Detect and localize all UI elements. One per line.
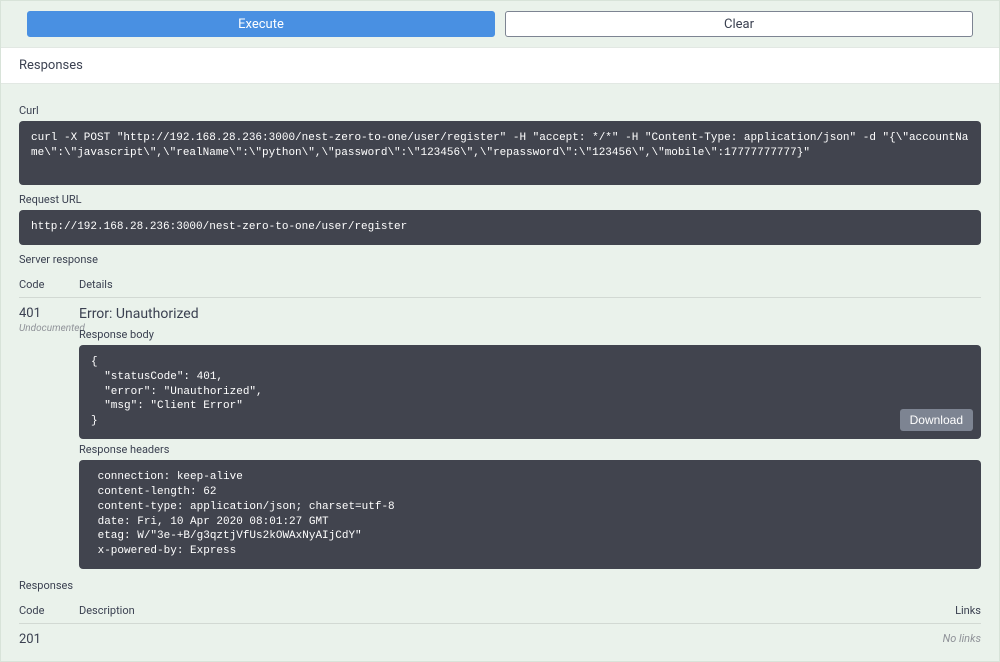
status-code: 401: [19, 306, 79, 321]
server-response-table-head: Code Details: [19, 270, 981, 298]
server-response-row: 401 Undocumented Error: Unauthorized Res…: [19, 298, 981, 569]
doc-response-description: [79, 632, 911, 647]
execute-button[interactable]: Execute: [27, 11, 495, 37]
response-body-text: { "statusCode": 401, "error": "Unauthori…: [91, 356, 263, 427]
request-url-label: Request URL: [19, 193, 981, 206]
curl-label: Curl: [19, 104, 981, 117]
request-url-block: http://192.168.28.236:3000/nest-zero-to-…: [19, 210, 981, 245]
action-button-row: Execute Clear: [1, 1, 999, 47]
response-code-cell: 401 Undocumented: [19, 306, 79, 569]
doc-code-column-header: Code: [19, 604, 79, 617]
responses-content: Curl curl -X POST "http://192.168.28.236…: [1, 84, 999, 661]
doc-response-code: 201: [19, 632, 79, 647]
responses-section-header: Responses: [1, 47, 999, 84]
response-details-cell: Error: Unauthorized Response body { "sta…: [79, 306, 981, 569]
code-column-header: Code: [19, 278, 79, 291]
response-headers-label: Response headers: [79, 443, 981, 456]
documented-responses-table-head: Code Description Links: [19, 596, 981, 624]
download-button[interactable]: Download: [900, 409, 973, 431]
response-headers-block: connection: keep-alive content-length: 6…: [79, 460, 981, 569]
response-body-block: { "statusCode": 401, "error": "Unauthori…: [79, 345, 981, 439]
server-response-label: Server response: [19, 253, 981, 266]
swagger-operation-panel: Execute Clear Responses Curl curl -X POS…: [0, 0, 1000, 662]
doc-description-column-header: Description: [79, 604, 911, 617]
clear-button[interactable]: Clear: [505, 11, 973, 37]
error-title: Error: Unauthorized: [79, 306, 981, 322]
doc-response-no-links: No links: [911, 632, 981, 647]
undocumented-label: Undocumented: [19, 323, 79, 334]
details-column-header: Details: [79, 278, 981, 291]
responses-documented-label: Responses: [19, 579, 981, 592]
doc-links-column-header: Links: [911, 604, 981, 617]
curl-command-block: curl -X POST "http://192.168.28.236:3000…: [19, 121, 981, 185]
documented-response-row: 201 No links: [19, 624, 981, 657]
response-body-label: Response body: [79, 328, 981, 341]
